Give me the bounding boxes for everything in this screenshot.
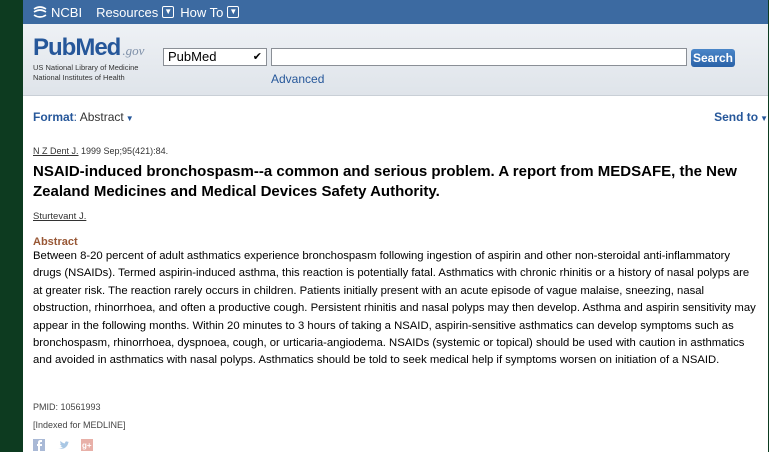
caret-down-icon: ▼ — [760, 114, 768, 123]
nlm-line-2: National Institutes of Health — [33, 73, 125, 82]
twitter-icon[interactable] — [57, 438, 69, 450]
chevron-down-icon: ✔ — [252, 51, 262, 63]
article-title: NSAID-induced bronchospasm--a common and… — [33, 163, 737, 200]
author-link[interactable]: Sturtevant J. — [33, 211, 86, 222]
format-label: Format — [33, 110, 74, 124]
pmid: PMID: 10561993 — [33, 402, 101, 412]
nav-resources[interactable]: Resources ▼ — [96, 4, 175, 20]
social-share: g+ — [33, 438, 105, 451]
facebook-icon[interactable] — [33, 438, 45, 451]
abstract-heading: Abstract — [33, 236, 78, 248]
format-selector[interactable]: Format: Abstract ▼ — [33, 110, 134, 124]
citation-details: 1999 Sep;95(421):84. — [78, 146, 169, 156]
chevron-down-icon: ▼ — [162, 6, 175, 18]
advanced-search-link[interactable]: Advanced — [271, 72, 324, 86]
ncbi-helix-icon — [33, 6, 47, 18]
ncbi-logo[interactable]: NCBI — [33, 5, 82, 20]
chevron-down-icon: ▼ — [227, 6, 240, 18]
nav-resources-label: Resources — [96, 4, 159, 20]
indexed-for-medline: [Indexed for MEDLINE] — [33, 420, 126, 430]
pubmed-page: NCBI Resources ▼ How To ▼ PubMed .gov US … — [23, 0, 768, 452]
svg-text:g+: g+ — [82, 441, 92, 450]
nav-how-to[interactable]: How To ▼ — [180, 4, 240, 20]
pubmed-logo-word: PubMed — [33, 34, 121, 61]
nlm-line-1: US National Library of Medicine — [33, 63, 139, 72]
send-to-button[interactable]: Send to ▼ — [714, 110, 768, 124]
pubmed-logo[interactable]: PubMed .gov US National Library of Medici… — [33, 34, 144, 82]
database-select-value: PubMed — [168, 49, 217, 64]
ncbi-top-bar: NCBI Resources ▼ How To ▼ — [23, 0, 768, 24]
citation: N Z Dent J. 1999 Sep;95(421):84. — [33, 146, 168, 156]
pubmed-logo-gov: .gov — [122, 43, 145, 58]
search-button[interactable]: Search — [691, 49, 735, 67]
nav-how-to-label: How To — [180, 4, 224, 20]
search-header: PubMed .gov US National Library of Medici… — [23, 24, 768, 96]
send-to-label: Send to — [714, 110, 759, 124]
journal-link[interactable]: N Z Dent J. — [33, 146, 79, 156]
caret-down-icon: ▼ — [125, 114, 134, 123]
ncbi-logo-text: NCBI — [51, 4, 83, 20]
google-plus-icon[interactable]: g+ — [81, 438, 93, 451]
format-value: Abstract — [79, 110, 124, 124]
abstract-text: Between 8-20 percent of adult asthmatics… — [33, 250, 756, 367]
database-select[interactable]: PubMed ✔ — [163, 48, 267, 66]
search-input[interactable] — [271, 48, 687, 66]
